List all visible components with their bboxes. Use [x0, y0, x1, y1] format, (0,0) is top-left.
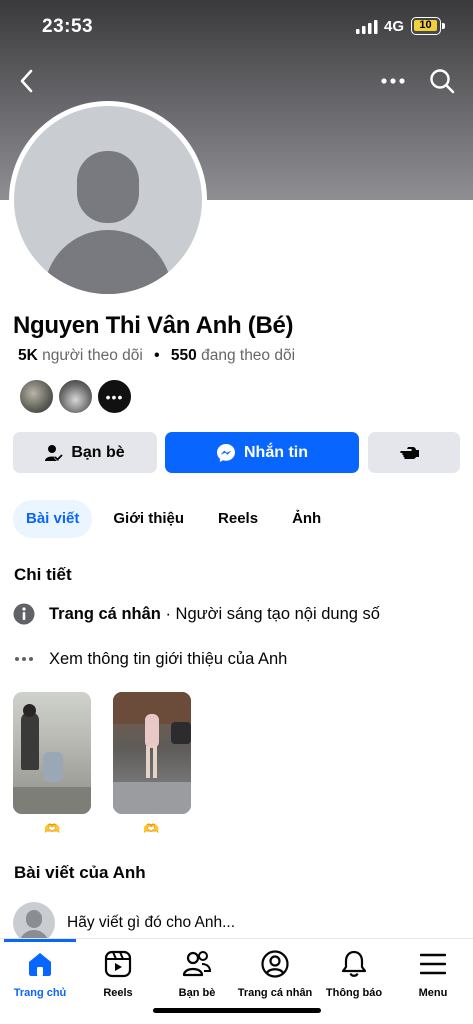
menu-icon: [420, 947, 446, 981]
active-tab-indicator: [4, 939, 76, 942]
following-label[interactable]: đang theo dõi: [201, 347, 295, 364]
following-count[interactable]: 550: [171, 347, 197, 364]
nav-notifications-label: Thông báo: [325, 987, 383, 999]
post-composer[interactable]: Hãy viết gì đó cho Anh...: [67, 914, 235, 932]
tab-posts[interactable]: Bài viết: [13, 500, 93, 538]
friend-avatar[interactable]: [18, 378, 55, 415]
ellipsis-icon: [381, 78, 405, 84]
reels-icon: [104, 947, 132, 981]
nav-profile-label: Trang cá nhân: [237, 987, 313, 999]
info-icon: [13, 603, 35, 625]
profile-name: Nguyen Thi Vân Anh (Bé): [13, 312, 294, 339]
network-label: 4G: [384, 18, 405, 35]
ellipsis-icon: [13, 648, 35, 670]
battery-level: 10: [419, 19, 432, 31]
featured-photo[interactable]: [113, 692, 191, 814]
profile-tabs: Bài viết Giới thiệu Reels Ảnh: [13, 500, 342, 538]
nav-home-label: Trang chủ: [13, 987, 67, 999]
followers-count[interactable]: 5K: [18, 347, 38, 364]
nav-reels-label: Reels: [103, 987, 133, 999]
profile-more-button[interactable]: [368, 432, 460, 473]
message-button[interactable]: Nhắn tin: [165, 432, 359, 473]
posts-title: Bài viết của Anh: [14, 863, 146, 882]
poke-hand-icon: [400, 446, 419, 459]
more-friends-icon[interactable]: •••: [96, 378, 133, 415]
friends-button-label: Bạn bè: [71, 443, 125, 461]
mutual-friends-avatars[interactable]: •••: [18, 378, 135, 416]
separator-dot: •: [154, 347, 160, 364]
profile-avatar[interactable]: [9, 101, 207, 299]
page-type-label: Trang cá nhân: [49, 604, 161, 623]
friend-check-icon: [45, 444, 64, 462]
followers-label[interactable]: người theo dõi: [42, 347, 143, 364]
see-about-row[interactable]: Xem thông tin giới thiệu của Anh: [13, 648, 287, 670]
nav-menu-label: Menu: [418, 987, 448, 999]
friend-avatar[interactable]: [57, 378, 94, 415]
featured-photo[interactable]: [13, 692, 91, 814]
details-title: Chi tiết: [14, 565, 72, 584]
tab-photos[interactable]: Ảnh: [279, 500, 334, 538]
home-icon: [26, 947, 54, 981]
page-type-category: · Người sáng tạo nội dung số: [160, 604, 380, 623]
battery-icon: 10: [411, 17, 445, 35]
heart-hands-emoji: 🫶: [143, 821, 160, 836]
chevron-left-icon: [20, 69, 33, 93]
back-button[interactable]: [10, 64, 44, 98]
see-about-link[interactable]: Xem thông tin giới thiệu của Anh: [49, 650, 287, 669]
signal-icon: [356, 20, 378, 34]
messenger-icon: [217, 443, 235, 462]
status-bar: 23:53 4G 10: [0, 14, 473, 42]
tab-about[interactable]: Giới thiệu: [100, 500, 197, 538]
default-avatar-silhouette: [14, 106, 202, 294]
tab-reels[interactable]: Reels: [205, 500, 271, 538]
message-button-label: Nhắn tin: [244, 443, 308, 461]
page-type-row: Trang cá nhân · Người sáng tạo nội dung …: [13, 603, 380, 625]
bell-icon: [341, 947, 367, 981]
friends-button[interactable]: Bạn bè: [13, 432, 157, 473]
follow-stats: 5K người theo dõi • 550 đang theo dõi: [18, 347, 295, 365]
status-time: 23:53: [42, 16, 94, 37]
heart-hands-emoji: 🫶: [44, 821, 61, 836]
profile-icon: [261, 947, 289, 981]
home-indicator[interactable]: [153, 1008, 321, 1013]
search-icon: [430, 69, 455, 94]
search-button[interactable]: [425, 64, 459, 98]
nav-friends-label: Bạn bè: [178, 987, 216, 999]
friends-icon: [182, 947, 212, 981]
more-options-button[interactable]: [376, 64, 410, 98]
nav-menu[interactable]: Menu: [387, 947, 473, 999]
